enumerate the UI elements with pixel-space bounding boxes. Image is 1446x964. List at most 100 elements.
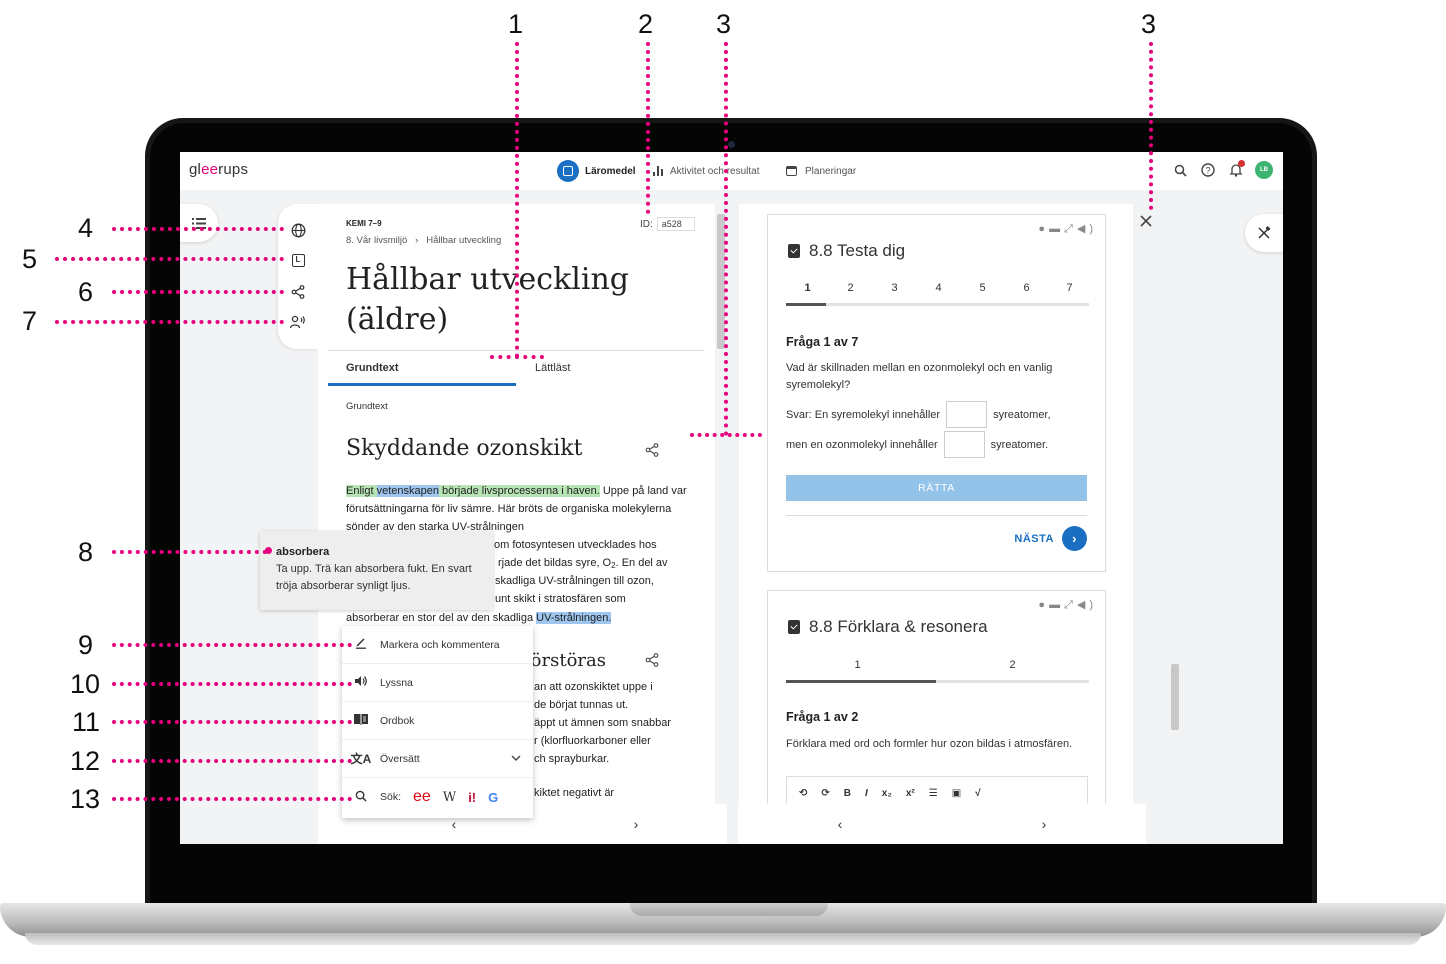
paragraph-line[interactable]: skadliga UV-strålningen till ozon,	[495, 572, 695, 590]
paragraph-line[interactable]: absorberar en stor del av den skadliga U…	[346, 609, 691, 627]
menu-item-translate[interactable]: 文A Översätt	[342, 740, 533, 778]
breadcrumb-item[interactable]: 8. Vår livsmiljö	[346, 235, 407, 246]
question-tab[interactable]: 3	[873, 282, 916, 294]
print-icon[interactable]: ▬	[1049, 599, 1064, 611]
google-search-button[interactable]: G	[488, 790, 498, 805]
prev-page-button[interactable]: ‹	[452, 816, 457, 832]
share-icon[interactable]	[645, 443, 659, 460]
expand-icon[interactable]: ⤢	[1064, 223, 1077, 235]
chevron-down-icon[interactable]	[511, 753, 521, 764]
paragraph-line[interactable]: kiktet negativt är	[534, 784, 704, 802]
print-icon[interactable]: ▬	[1049, 223, 1064, 235]
answer-input[interactable]	[946, 401, 988, 428]
paragraph-line[interactable]: äppt ut ämnen som snabbar	[534, 714, 704, 732]
callout-line	[490, 355, 544, 359]
info-icon[interactable]: ●	[1038, 599, 1049, 611]
question-tab[interactable]: 1	[836, 659, 879, 671]
webcam	[728, 141, 735, 148]
lexin-search-button[interactable]: i!	[468, 790, 476, 805]
info-icon[interactable]: ●	[1038, 223, 1049, 235]
logo[interactable]: gleerups	[189, 161, 248, 178]
nav-aktivitet-label: Aktivitet och resultat	[670, 165, 760, 177]
prev-page-button[interactable]: ‹	[838, 816, 843, 832]
question-tab[interactable]: 2	[829, 282, 872, 294]
list-button[interactable]: ☰	[929, 788, 938, 799]
share-icon[interactable]	[288, 282, 308, 302]
menu-item-listen[interactable]: Lyssna	[342, 664, 533, 702]
wikipedia-search-button[interactable]: W	[443, 790, 456, 805]
search-icon[interactable]	[1171, 161, 1189, 179]
question-text: Vad är skillnaden mellan en ozonmolekyl …	[786, 362, 1053, 391]
paragraph-line[interactable]: r (klorfluorkarboner eller	[534, 732, 704, 750]
callout-number: 1	[508, 9, 524, 39]
nav-laromedel[interactable]: Läromedel	[557, 159, 636, 183]
speaker-icon[interactable]: ◀)	[1077, 599, 1097, 611]
redo-button[interactable]: ⟳	[821, 788, 829, 799]
callout-line	[112, 720, 352, 724]
callout-dot	[265, 547, 272, 554]
check-button[interactable]: RÄTTA	[786, 475, 1087, 501]
bell-icon[interactable]	[1227, 160, 1245, 179]
ne-search-button[interactable]: ee	[413, 788, 431, 806]
menu-item-dictionary[interactable]: Ordbok	[342, 702, 533, 740]
expand-icon[interactable]: ⤢	[1064, 599, 1077, 611]
next-button[interactable]: NÄSTA ›	[1014, 526, 1087, 551]
callout-line	[112, 550, 267, 554]
speaker-icon[interactable]: ◀)	[1077, 223, 1097, 235]
quiz-card-testa: ●▬⤢◀) 8.8 Testa dig 1 2 3 4 5 6 7 Fråga …	[767, 214, 1106, 572]
menu-item-search: Sök: ee W i! G	[342, 778, 533, 816]
nav-planeringar[interactable]: Planeringar	[786, 159, 856, 183]
image-button[interactable]: ▣	[952, 788, 961, 799]
laptop-foot	[25, 933, 1421, 945]
tools-button[interactable]	[1245, 214, 1283, 252]
share-icon[interactable]	[645, 653, 659, 670]
chevron-right-icon: ›	[1062, 526, 1087, 551]
paragraph[interactable]: Enligt vetenskapen började livsprocesser…	[346, 482, 691, 536]
paragraph-line[interactable]: ch sprayburkar.	[534, 750, 704, 768]
formula-button[interactable]: √	[975, 788, 981, 799]
close-icon[interactable]	[1140, 214, 1152, 231]
nav-aktivitet[interactable]: Aktivitet och resultat	[653, 159, 759, 183]
help-icon[interactable]: ?	[1199, 161, 1217, 179]
tab-grundtext[interactable]: Grundtext	[346, 362, 399, 374]
listen-icon[interactable]	[288, 312, 308, 332]
question-tab[interactable]: 4	[917, 282, 960, 294]
answer-text: Svar: En syremolekyl innehåller	[786, 408, 941, 421]
question-tab[interactable]: 1	[786, 282, 829, 294]
menu-item-mark[interactable]: Markera och kommentera	[342, 626, 533, 664]
exercise-pager: ‹ ›	[738, 804, 1146, 844]
bold-button[interactable]: B	[844, 788, 851, 799]
callout-number: 5	[22, 244, 38, 274]
callout-line	[55, 320, 284, 324]
paragraph-line[interactable]: om fotosyntesen utvecklades hos	[494, 536, 694, 554]
breadcrumb-item[interactable]: Hållbar utveckling	[426, 235, 501, 246]
next-page-button[interactable]: ›	[1042, 816, 1047, 832]
italic-button[interactable]: I	[865, 788, 868, 799]
paragraph-line[interactable]: unt skikt i stratosfären som	[495, 590, 695, 608]
avatar[interactable]: LB	[1255, 161, 1273, 179]
paragraph-line[interactable]: de börjat tunnas ut.	[534, 696, 704, 714]
article-id: ID: a528	[640, 217, 695, 231]
superscript-button[interactable]: x²	[906, 788, 915, 799]
scrollbar-thumb[interactable]	[1171, 664, 1179, 730]
globe-icon[interactable]	[288, 220, 308, 240]
callout-line	[1149, 42, 1153, 210]
tab-lattlast[interactable]: Lättläst	[535, 362, 570, 374]
reading-tools: L	[278, 204, 318, 349]
paragraph-line[interactable]: an att ozonskiktet uppe i	[534, 678, 704, 696]
answer-input[interactable]	[943, 431, 985, 458]
menu-item-label: Ordbok	[380, 714, 415, 727]
book-icon	[557, 160, 579, 182]
question-tab[interactable]: 6	[1005, 282, 1048, 294]
question-tab[interactable]: 5	[961, 282, 1004, 294]
easy-read-icon[interactable]: L	[288, 250, 308, 270]
question-tab[interactable]: 7	[1048, 282, 1091, 294]
subscript-button[interactable]: x₂	[882, 788, 892, 799]
undo-button[interactable]: ⟲	[799, 788, 807, 799]
exercise-scrollbar[interactable]	[1169, 204, 1181, 804]
menu-button[interactable]	[180, 204, 218, 242]
question-tab[interactable]: 2	[991, 659, 1034, 671]
card-title-text: 8.8 Testa dig	[809, 241, 906, 260]
next-page-button[interactable]: ›	[634, 816, 639, 832]
section-label: Grundtext	[346, 401, 388, 412]
